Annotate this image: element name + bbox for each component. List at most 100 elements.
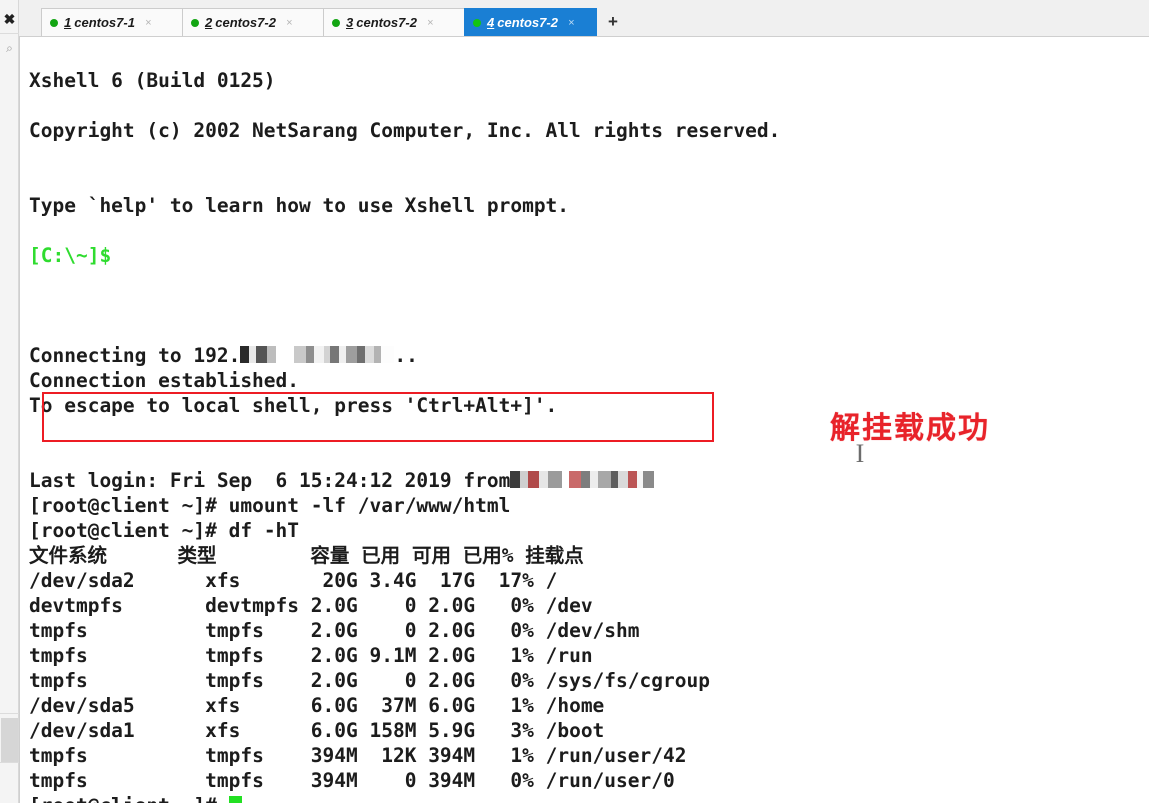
df-cell-usepct: 0% [486, 769, 546, 792]
redacted-host-mosaic [510, 471, 655, 488]
tab-close-icon[interactable]: × [568, 17, 574, 29]
df-cell-size: 394M [310, 744, 370, 767]
tab-centos7-2-c-active[interactable]: 4 centos7-2 × [464, 8, 597, 36]
df-header-usepct: 已用% [462, 544, 514, 567]
table-row: /dev/sda1 xfs 6.0G 158M 5.9G 3% /boot [29, 719, 604, 742]
banner-line-2: Copyright (c) 2002 NetSarang Computer, I… [29, 119, 781, 142]
df-cell-mount: /sys/fs/cgroup [545, 669, 710, 692]
df-cell-size: 2.0G [310, 594, 370, 617]
tab-bar: 1 centos7-1 × 2 centos7-2 × 3 centos7-2 … [19, 0, 1149, 37]
df-cell-mount: /run/user/42 [545, 744, 687, 767]
df-cell-type: xfs [205, 694, 311, 717]
df-cell-size: 394M [310, 769, 370, 792]
df-cell-avail: 394M [428, 769, 487, 792]
tab-number: 3 [346, 15, 354, 30]
prompt-2: [root@client ~]# [29, 519, 229, 542]
last-login-line: Last login: Fri Sep 6 15:24:12 2019 from [29, 469, 511, 492]
df-cell-usepct: 0% [486, 669, 546, 692]
df-cell-type: tmpfs [205, 744, 311, 767]
df-cell-mount: / [545, 569, 558, 592]
df-cell-size: 20G [310, 569, 370, 592]
tab-close-icon[interactable]: × [427, 17, 433, 29]
df-cell-type: devtmpfs [205, 594, 311, 617]
status-dot-green-icon [473, 18, 481, 27]
df-cell-used: 0 [369, 594, 429, 617]
df-cell-usepct: 1% [486, 644, 546, 667]
df-table: 文件系统 类型 容量 已用 可用 已用% 挂载点 /dev/sda2 xfs 2… [29, 544, 710, 792]
df-cell-used: 37M [369, 694, 429, 717]
df-cell-size: 6.0G [310, 694, 370, 717]
df-header-type: 类型 [177, 544, 217, 567]
banner-line-3: Type `help' to learn how to use Xshell p… [29, 194, 570, 217]
df-cell-usepct: 17% [486, 569, 546, 592]
df-header-used: 已用 [361, 544, 401, 567]
close-icon[interactable]: ✖ [0, 12, 19, 26]
df-cell-type: xfs [205, 719, 311, 742]
df-cell-avail: 2.0G [428, 644, 487, 667]
tab-label: centos7-2 [356, 15, 417, 30]
df-cell-used: 158M [369, 719, 429, 742]
df-cell-avail: 6.0G [428, 694, 487, 717]
df-cell-usepct: 0% [486, 594, 546, 617]
df-cell-type: tmpfs [205, 619, 311, 642]
table-row: tmpfs tmpfs 394M 0 394M 0% /run/user/0 [29, 769, 675, 792]
tab-number: 4 [487, 15, 495, 30]
df-header-mount: 挂载点 [525, 544, 584, 567]
status-dot-green-icon [191, 18, 199, 27]
tab-centos7-2-b[interactable]: 3 centos7-2 × [323, 8, 468, 36]
df-cell-filesystem: /dev/sda5 [29, 694, 206, 717]
df-cell-avail: 17G [428, 569, 487, 592]
df-cell-used: 0 [369, 769, 429, 792]
banner-line-1: Xshell 6 (Build 0125) [29, 69, 276, 92]
connecting-line-suffix: .. [394, 344, 418, 367]
df-header-size: 容量 [310, 544, 350, 567]
table-row: /dev/sda5 xfs 6.0G 37M 6.0G 1% /home [29, 694, 604, 717]
df-cell-mount: /boot [545, 719, 605, 742]
df-cell-mount: /dev [545, 594, 593, 617]
df-cell-mount: /run/user/0 [545, 769, 675, 792]
terminal-pane[interactable]: Xshell 6 (Build 0125) Copyright (c) 2002… [19, 37, 1149, 803]
tab-label: centos7-2 [497, 15, 558, 30]
df-cell-used: 3.4G [369, 569, 429, 592]
table-row: tmpfs tmpfs 2.0G 0 2.0G 0% /dev/shm [29, 619, 640, 642]
command-df: df -hT [228, 519, 300, 542]
df-cell-usepct: 1% [486, 744, 546, 767]
df-cell-usepct: 0% [486, 619, 546, 642]
tab-label: centos7-2 [215, 15, 276, 30]
table-row: tmpfs tmpfs 2.0G 0 2.0G 0% /sys/fs/cgrou… [29, 669, 710, 692]
df-cell-filesystem: tmpfs [29, 644, 206, 667]
new-tab-button[interactable]: + [602, 10, 624, 34]
df-cell-mount: /home [545, 694, 605, 717]
tab-centos7-1[interactable]: 1 centos7-1 × [41, 8, 186, 36]
tab-centos7-2-a[interactable]: 2 centos7-2 × [182, 8, 327, 36]
search-icon[interactable]: ⌕ [0, 42, 19, 54]
df-header-avail: 可用 [411, 544, 451, 567]
df-cell-usepct: 1% [486, 694, 546, 717]
left-sidebar-rail: ✖ ⌕ [0, 0, 19, 803]
df-cell-filesystem: tmpfs [29, 769, 206, 792]
df-cell-type: tmpfs [205, 669, 311, 692]
tab-close-icon[interactable]: × [145, 17, 151, 29]
tab-number: 2 [205, 15, 213, 30]
df-cell-usepct: 3% [486, 719, 546, 742]
df-cell-size: 2.0G [310, 669, 370, 692]
df-header-filesystem: 文件系统 [29, 544, 108, 567]
df-cell-filesystem: tmpfs [29, 619, 206, 642]
tab-number: 1 [64, 15, 72, 30]
text-cursor-ibeam: I [855, 439, 865, 468]
df-header-row: 文件系统 类型 容量 已用 可用 已用% 挂载点 [29, 544, 584, 567]
terminal-cursor [228, 796, 242, 803]
tab-close-icon[interactable]: × [286, 17, 292, 29]
df-cell-size: 6.0G [310, 719, 370, 742]
df-cell-used: 0 [369, 619, 429, 642]
df-cell-avail: 5.9G [428, 719, 487, 742]
prompt-1: [root@client ~]# [29, 494, 229, 517]
df-cell-used: 0 [369, 669, 429, 692]
df-cell-type: tmpfs [205, 644, 311, 667]
table-row: devtmpfs devtmpfs 2.0G 0 2.0G 0% /dev [29, 594, 593, 617]
rail-divider [0, 33, 19, 34]
df-cell-filesystem: /dev/sda2 [29, 569, 206, 592]
vertical-scrollbar-thumb[interactable] [1, 718, 18, 762]
redacted-ip-mosaic [240, 346, 395, 363]
df-cell-filesystem: devtmpfs [29, 594, 206, 617]
